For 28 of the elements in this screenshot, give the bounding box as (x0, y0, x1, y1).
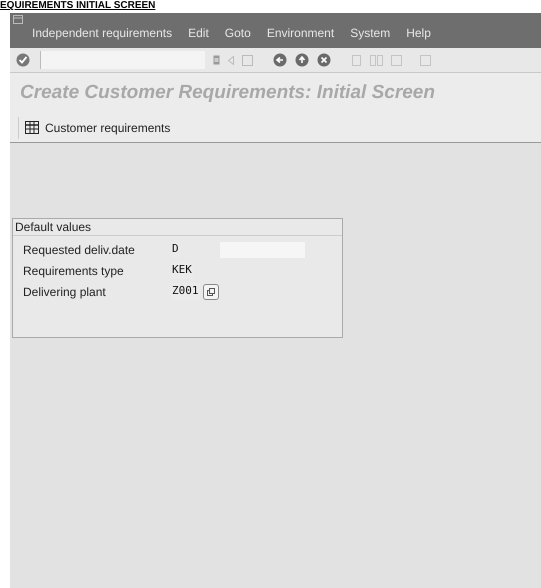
menu-item[interactable]: Help (406, 24, 431, 42)
page-icon[interactable] (420, 54, 431, 66)
field-label: Requested deliv.date (23, 242, 136, 258)
screen-title: Create Customer Requirements: Initial Screen (20, 80, 435, 105)
field-label: Requirements type (23, 262, 125, 280)
table-icon (25, 121, 39, 134)
field-label: Delivering plant (23, 284, 107, 300)
menu-item[interactable]: Independent requirements (32, 24, 172, 42)
command-field[interactable] (40, 51, 205, 69)
cancel-icon[interactable] (317, 53, 331, 67)
lookup-button[interactable] (202, 284, 218, 300)
dropdown-icon[interactable] (213, 55, 220, 65)
back-icon[interactable] (273, 53, 287, 67)
check-icon[interactable] (16, 53, 30, 67)
menu-item[interactable]: Environment (266, 24, 334, 42)
menu-item[interactable]: Goto (224, 24, 251, 42)
page-icon[interactable] (391, 54, 402, 66)
group-title: Default values (15, 219, 92, 236)
window-icon (13, 15, 23, 24)
document-heading: EQUIREMENTS INITIAL SCREEN (0, 0, 156, 12)
find-icon[interactable] (370, 54, 383, 66)
print-icon[interactable] (351, 54, 362, 66)
menu-item[interactable]: System (350, 24, 390, 42)
exit-icon[interactable] (295, 53, 309, 67)
save-icon[interactable] (242, 54, 253, 66)
popup-icon (206, 288, 214, 296)
menu-item[interactable]: Edit (188, 24, 209, 42)
triangle-icon[interactable] (228, 56, 234, 64)
